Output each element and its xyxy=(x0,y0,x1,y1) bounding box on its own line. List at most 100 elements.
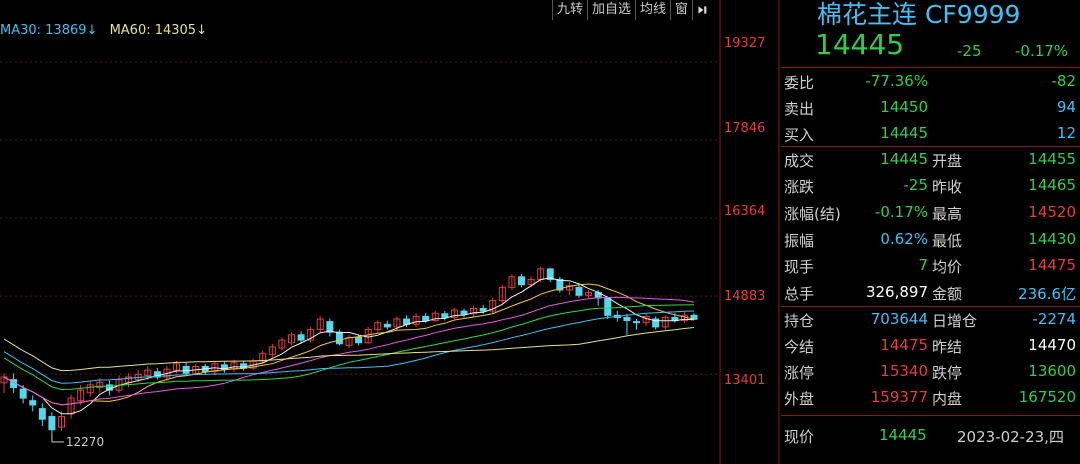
field-label: 内盘 xyxy=(932,390,963,408)
field-label: 持仓 xyxy=(784,312,815,330)
candle-down xyxy=(633,321,640,324)
quote-row: 持仓 703644 日增仓 -2274 xyxy=(781,308,1080,333)
field-label: 现手 xyxy=(784,258,815,276)
bottom-price: 14445 xyxy=(879,426,927,444)
quote-row: 卖出 14450 94 xyxy=(781,96,1080,121)
price-change: -25 xyxy=(957,42,982,60)
quote-row: 外盘 159377 内盘 167520 xyxy=(781,386,1080,411)
candle-down xyxy=(518,276,525,286)
low-marker-label: 12270 xyxy=(66,435,104,449)
divider xyxy=(781,415,1080,416)
candle-down xyxy=(182,365,190,374)
candle-down xyxy=(38,408,46,420)
field-value: 14475 xyxy=(880,336,928,354)
candle-down xyxy=(19,388,27,399)
field-value: 15340 xyxy=(880,362,928,380)
candle-down xyxy=(460,310,468,315)
field-value: 14450 xyxy=(880,98,928,116)
add-watchlist-button[interactable]: 加自选 xyxy=(587,0,635,20)
ma-line xyxy=(3,327,695,372)
field-label: 均价 xyxy=(932,258,963,276)
field-value: 14445 xyxy=(880,124,928,142)
field-label: 金额 xyxy=(932,285,963,303)
window-button[interactable]: 窗 xyxy=(670,0,692,20)
field-label: 买入 xyxy=(784,126,815,144)
chart-canvas[interactable]: 12270 xyxy=(0,0,780,464)
field-label: 日增仓 xyxy=(932,312,978,330)
field-value: 12 xyxy=(1056,124,1076,142)
field-value: 703644 xyxy=(870,310,928,328)
field-value: 94 xyxy=(1056,98,1076,116)
field-value: -0.17% xyxy=(874,203,928,221)
contract-title: 棉花主连 CF9999 xyxy=(817,0,1021,29)
divider xyxy=(781,306,1080,307)
ma-legend: MA30: 13869↓ MA60: 14305↓ xyxy=(0,23,207,38)
field-value: 14465 xyxy=(1028,176,1076,194)
quote-row: 今结 14475 昨结 14470 xyxy=(781,334,1080,359)
field-value: -82 xyxy=(1051,72,1077,90)
candle-down xyxy=(29,400,37,406)
bottom-date: 2023-02-23,四 xyxy=(957,428,1064,446)
field-label: 委比 xyxy=(784,74,815,92)
divider xyxy=(781,146,1080,147)
field-value: -25 xyxy=(903,176,929,194)
field-label: 涨停 xyxy=(784,364,815,382)
collapse-panel-button[interactable] xyxy=(692,0,714,20)
moving-average-button[interactable]: 均线 xyxy=(635,0,670,20)
field-value: 14470 xyxy=(1028,336,1076,354)
field-value: 236.6亿 xyxy=(1018,285,1076,303)
price-axis-label: 19327 xyxy=(724,36,766,51)
chart-toolbar: 九转 加自选 均线 窗 xyxy=(552,0,715,20)
price-change-percent: -0.17% xyxy=(1015,42,1069,60)
candle-down xyxy=(604,297,612,316)
field-value: 14445 xyxy=(880,150,928,168)
candle-down xyxy=(335,331,343,345)
field-label: 外盘 xyxy=(784,390,815,408)
candle-down xyxy=(297,334,305,341)
last-price: 14445 xyxy=(815,28,905,61)
field-label: 最低 xyxy=(932,232,963,250)
candle-down xyxy=(479,307,487,312)
candle-down xyxy=(48,416,56,431)
field-label: 卖出 xyxy=(784,100,815,118)
field-value: 14520 xyxy=(1028,203,1076,221)
candle-down xyxy=(355,336,363,344)
field-label: 今结 xyxy=(784,338,815,356)
field-value: 14455 xyxy=(1028,150,1076,168)
field-value: 14430 xyxy=(1028,230,1076,248)
ma60-label: MA60: 14305↓ xyxy=(109,23,207,38)
quote-row: 委比 -77.36% -82 xyxy=(781,70,1080,95)
field-label: 成交 xyxy=(784,152,815,170)
field-value: 14475 xyxy=(1028,256,1076,274)
quote-row: 涨幅(结) -0.17% 最高 14520 xyxy=(781,201,1080,226)
candle-down xyxy=(422,315,430,322)
collapse-arrow-icon xyxy=(698,6,707,14)
field-label: 涨跌 xyxy=(784,178,815,196)
field-value: 159377 xyxy=(870,388,928,406)
candle-down xyxy=(441,313,449,318)
field-value: 13600 xyxy=(1028,362,1076,380)
field-value: 167520 xyxy=(1018,388,1076,406)
field-label: 昨收 xyxy=(932,178,963,196)
field-value: -2274 xyxy=(1032,310,1076,328)
field-value: -77.36% xyxy=(865,72,928,90)
field-label: 涨幅(结) xyxy=(784,205,841,223)
quote-row: 现手 7 均价 14475 xyxy=(781,254,1080,279)
price-axis-label: 14883 xyxy=(724,289,766,304)
price-axis-label: 13401 xyxy=(724,373,766,388)
quote-row: 涨停 15340 跌停 13600 xyxy=(781,360,1080,385)
jiuzhuan-button[interactable]: 九转 xyxy=(552,0,587,20)
quote-row: 总手 326,897 金额 236.6亿 xyxy=(781,281,1080,306)
field-value: 0.62% xyxy=(880,230,928,248)
bottom-row: 现价 14445 2023-02-23,四 xyxy=(781,424,1080,449)
quote-row: 买入 14445 12 xyxy=(781,122,1080,147)
ma30-label: MA30: 13869↓ xyxy=(0,23,98,38)
field-label: 开盘 xyxy=(932,152,963,170)
quote-row: 成交 14445 开盘 14455 xyxy=(781,148,1080,173)
quote-row: 涨跌 -25 昨收 14465 xyxy=(781,174,1080,199)
field-label: 昨结 xyxy=(932,338,963,356)
candlestick-chart[interactable]: 12270 MA30: 13869↓ MA60: 14305↓ 九转 加自选 均… xyxy=(0,0,780,464)
field-value: 7 xyxy=(918,256,928,274)
field-label: 最高 xyxy=(932,205,963,223)
field-label: 振幅 xyxy=(784,232,815,250)
